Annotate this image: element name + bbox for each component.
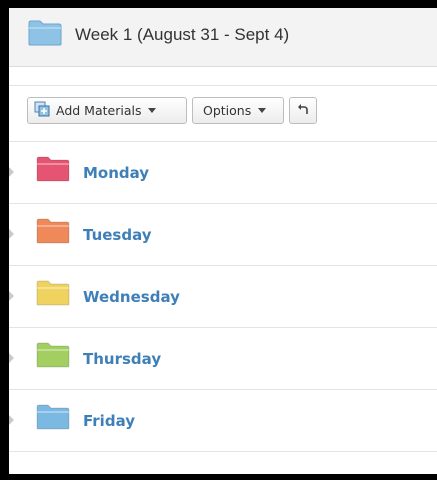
drag-handle-icon[interactable] <box>9 291 14 301</box>
page-title: Week 1 (August 31 - Sept 4) <box>75 25 290 44</box>
add-materials-icon <box>34 101 50 120</box>
add-materials-label: Add Materials <box>56 103 142 118</box>
list-item[interactable]: Friday <box>9 390 437 452</box>
options-button[interactable]: Options <box>192 97 284 124</box>
undo-arrow-icon <box>297 103 309 118</box>
folder-link[interactable]: Friday <box>83 412 135 430</box>
folder-list: Monday Tuesday Wednesday Thursday Friday <box>9 142 437 452</box>
undo-button[interactable] <box>289 97 317 124</box>
options-label: Options <box>203 103 252 118</box>
folder-link[interactable]: Wednesday <box>83 288 180 306</box>
chevron-down-icon <box>148 108 157 113</box>
folder-icon <box>36 280 70 311</box>
course-window: Week 1 (August 31 - Sept 4) Add Material… <box>9 8 437 474</box>
drag-handle-icon[interactable] <box>9 353 14 363</box>
folder-link[interactable]: Tuesday <box>83 226 152 244</box>
chevron-down-icon <box>258 108 267 113</box>
drag-handle-icon[interactable] <box>9 229 14 239</box>
folder-icon <box>36 218 70 249</box>
list-item[interactable]: Thursday <box>9 328 437 390</box>
folder-link[interactable]: Thursday <box>83 350 161 368</box>
page-header: Week 1 (August 31 - Sept 4) <box>9 8 437 67</box>
drag-handle-icon[interactable] <box>9 167 14 177</box>
list-item[interactable]: Wednesday <box>9 266 437 328</box>
folder-icon <box>36 342 70 373</box>
list-item[interactable]: Tuesday <box>9 204 437 266</box>
list-item[interactable]: Monday <box>9 142 437 204</box>
folder-link[interactable]: Monday <box>83 164 149 182</box>
divider <box>9 85 437 86</box>
folder-icon <box>36 404 70 435</box>
folder-icon <box>28 20 62 51</box>
folder-icon <box>36 156 70 187</box>
drag-handle-icon[interactable] <box>9 415 14 425</box>
add-materials-button[interactable]: Add Materials <box>27 97 187 124</box>
